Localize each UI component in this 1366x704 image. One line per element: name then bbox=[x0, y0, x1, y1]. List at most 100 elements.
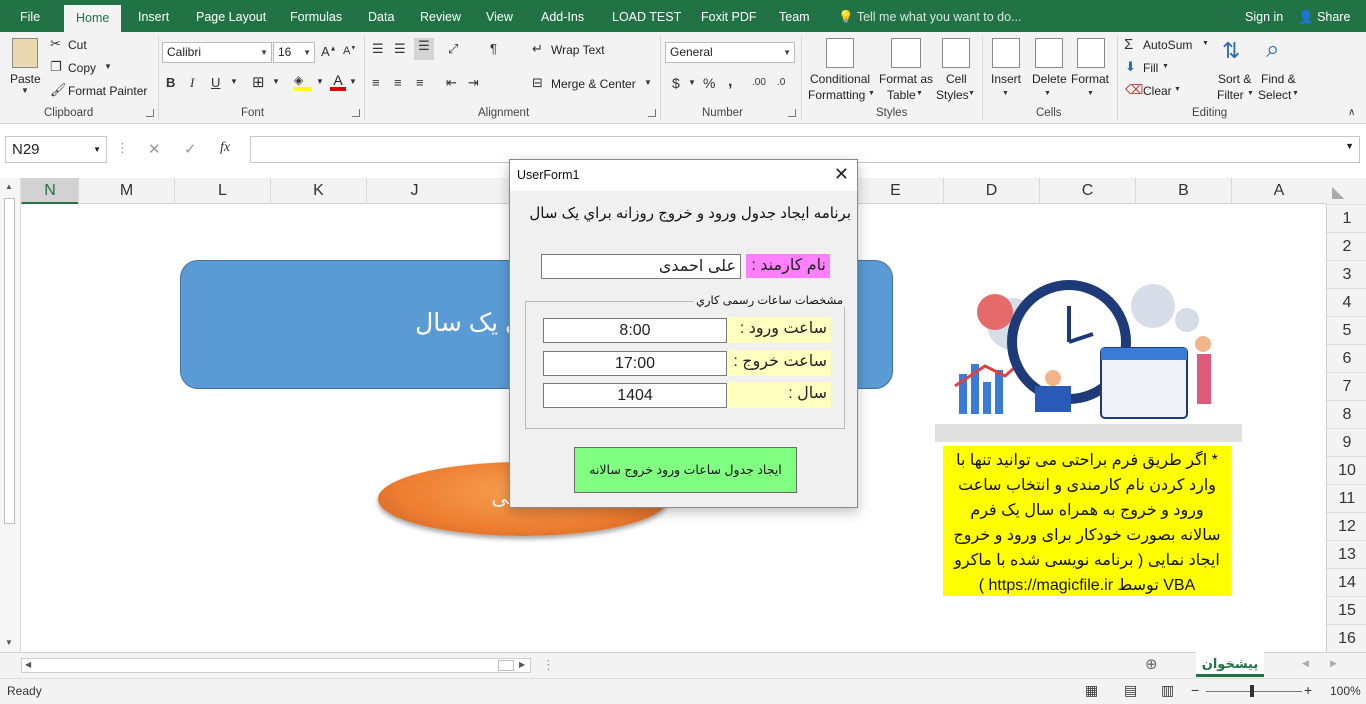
column-header[interactable]: B bbox=[1135, 178, 1231, 204]
row-header[interactable]: 7 bbox=[1327, 372, 1366, 400]
cancel-icon[interactable]: ✕ bbox=[148, 140, 161, 158]
scroll-right-icon[interactable]: ▶ bbox=[519, 660, 525, 669]
zoom-in-icon[interactable]: + bbox=[1304, 682, 1312, 698]
borders-icon[interactable]: ⊞ bbox=[252, 73, 265, 91]
shrink-font-icon[interactable]: A▼ bbox=[343, 45, 356, 57]
description-note[interactable]: * اگر طريق فرم براحتی می توانيد تنها با … bbox=[943, 446, 1231, 596]
tab-home[interactable]: Home bbox=[64, 5, 122, 32]
row-header[interactable]: 3 bbox=[1327, 260, 1366, 288]
chevron-down-icon[interactable]: ▼ bbox=[1174, 86, 1181, 93]
cell-styles-button[interactable]: Cell bbox=[946, 72, 967, 86]
fill-color-icon[interactable]: ◈ bbox=[294, 73, 312, 91]
row-header[interactable]: 15 bbox=[1327, 596, 1366, 624]
fill-button[interactable]: Fill bbox=[1143, 61, 1158, 75]
scroll-down-icon[interactable]: ▼ bbox=[5, 638, 13, 647]
employee-name-input[interactable]: علی احمدی bbox=[541, 254, 741, 279]
sort-filter-button[interactable]: Sort & bbox=[1218, 72, 1251, 86]
alignment-launcher-icon[interactable] bbox=[648, 109, 656, 117]
column-header[interactable]: M bbox=[78, 178, 174, 204]
increase-decimal-button[interactable]: .00 bbox=[752, 77, 766, 88]
zoom-out-icon[interactable]: − bbox=[1191, 682, 1199, 698]
tab-scroll-left-icon[interactable]: ◀ bbox=[1302, 658, 1309, 669]
underline-dropdown-icon[interactable]: ▼ bbox=[230, 77, 238, 86]
bold-button[interactable]: B bbox=[166, 75, 175, 90]
tab-data[interactable]: Data bbox=[368, 0, 394, 32]
format-as-table-button[interactable]: Format as bbox=[879, 72, 933, 86]
scroll-thumb[interactable] bbox=[4, 198, 15, 524]
row-header[interactable]: 4 bbox=[1327, 288, 1366, 316]
row-header[interactable]: 6 bbox=[1327, 344, 1366, 372]
row-header[interactable]: 10 bbox=[1327, 456, 1366, 484]
chevron-down-icon[interactable]: ▼ bbox=[868, 90, 875, 97]
currency-dropdown-icon[interactable]: ▼ bbox=[688, 78, 696, 87]
chevron-down-icon[interactable]: ▼ bbox=[1087, 90, 1094, 97]
tab-formulas[interactable]: Formulas bbox=[290, 0, 342, 32]
tab-view[interactable]: View bbox=[486, 0, 513, 32]
close-icon[interactable]: ✕ bbox=[834, 164, 849, 185]
decrease-indent-icon[interactable]: ⇤ bbox=[446, 75, 457, 91]
cut-button[interactable]: Cut bbox=[68, 38, 87, 52]
align-top-icon[interactable]: ☰ bbox=[372, 41, 384, 57]
column-header[interactable]: A bbox=[1231, 178, 1326, 204]
align-center-icon[interactable]: ≡ bbox=[394, 75, 402, 90]
font-color-dropdown-icon[interactable]: ▼ bbox=[349, 77, 357, 86]
format-cells-button[interactable]: Format bbox=[1071, 72, 1109, 86]
zoom-level[interactable]: 100% bbox=[1330, 684, 1361, 698]
column-header[interactable]: C bbox=[1039, 178, 1135, 204]
column-header[interactable]: E bbox=[847, 178, 943, 204]
insert-cells-button[interactable]: Insert bbox=[991, 72, 1021, 86]
chevron-down-icon[interactable]: ▼ bbox=[1202, 40, 1209, 47]
align-bottom-icon[interactable]: ☰ bbox=[414, 38, 434, 60]
chevron-down-icon[interactable]: ▼ bbox=[1002, 90, 1009, 97]
font-size-select[interactable]: 16 ▼ bbox=[273, 42, 315, 63]
align-right-icon[interactable]: ≡ bbox=[416, 75, 424, 90]
font-color-icon[interactable]: A bbox=[330, 72, 346, 91]
autosum-button[interactable]: AutoSum bbox=[1143, 38, 1192, 52]
comma-button[interactable]: , bbox=[728, 73, 732, 91]
chevron-down-icon[interactable]: ▼ bbox=[968, 90, 975, 97]
row-header[interactable]: 11 bbox=[1327, 484, 1366, 512]
number-launcher-icon[interactable] bbox=[788, 109, 796, 117]
page-layout-view-icon[interactable]: ▤ bbox=[1124, 682, 1137, 699]
chevron-down-icon[interactable]: ▼ bbox=[1292, 90, 1299, 97]
tell-me-search[interactable]: 💡 Tell me what you want to do... bbox=[838, 0, 1022, 32]
horizontal-scrollbar[interactable]: ◀ ▶ bbox=[21, 658, 531, 673]
chevron-down-icon[interactable]: ▼ bbox=[916, 90, 923, 97]
scroll-thumb[interactable] bbox=[498, 660, 514, 671]
copy-button[interactable]: Copy bbox=[68, 61, 96, 75]
percent-button[interactable]: % bbox=[703, 75, 715, 91]
increase-indent-icon[interactable]: ⇥ bbox=[468, 75, 479, 91]
year-input[interactable]: 1404 bbox=[543, 383, 727, 408]
clipboard-launcher-icon[interactable] bbox=[146, 109, 154, 117]
entry-time-input[interactable]: 8:00 bbox=[543, 318, 727, 343]
row-header[interactable]: 9 bbox=[1327, 428, 1366, 456]
userform-titlebar[interactable]: UserForm1 ✕ bbox=[510, 160, 857, 191]
chevron-down-icon[interactable]: ▼ bbox=[1162, 63, 1169, 70]
column-header[interactable]: J bbox=[366, 178, 462, 204]
share-button[interactable]: 👤 Share bbox=[1298, 0, 1350, 32]
collapse-ribbon-icon[interactable]: ∧ bbox=[1348, 107, 1355, 118]
row-header[interactable]: 8 bbox=[1327, 400, 1366, 428]
italic-button[interactable]: I bbox=[190, 75, 194, 91]
select-all-corner[interactable]: ◣ bbox=[1326, 178, 1366, 204]
vertical-scrollbar[interactable]: ▲ ▼ bbox=[0, 178, 21, 652]
conditional-formatting-button[interactable]: Conditional bbox=[810, 72, 870, 86]
row-header[interactable]: 2 bbox=[1327, 232, 1366, 260]
scroll-up-icon[interactable]: ▲ bbox=[5, 182, 13, 191]
delete-cells-button[interactable]: Delete bbox=[1032, 72, 1067, 86]
sign-in-link[interactable]: Sign in bbox=[1245, 0, 1283, 32]
paragraph-direction-icon[interactable]: ¶ bbox=[490, 41, 497, 56]
font-name-select[interactable]: Calibri ▼ bbox=[162, 42, 272, 63]
sheet-tab[interactable]: پيشخوان bbox=[1196, 652, 1264, 677]
align-left-icon[interactable]: ≡ bbox=[372, 75, 380, 90]
tab-file[interactable]: File bbox=[20, 0, 40, 32]
row-header[interactable]: 12 bbox=[1327, 512, 1366, 540]
fill-color-dropdown-icon[interactable]: ▼ bbox=[316, 77, 324, 86]
normal-view-icon[interactable]: ▦ bbox=[1085, 682, 1098, 699]
find-select-button[interactable]: Find & bbox=[1261, 72, 1296, 86]
copy-dropdown-icon[interactable]: ▼ bbox=[104, 62, 112, 71]
tab-foxit-pdf[interactable]: Foxit PDF bbox=[701, 0, 757, 32]
chevron-down-icon[interactable]: ▼ bbox=[1044, 90, 1051, 97]
row-header[interactable]: 1 bbox=[1327, 204, 1366, 232]
paste-dropdown-icon[interactable]: ▼ bbox=[21, 86, 29, 95]
